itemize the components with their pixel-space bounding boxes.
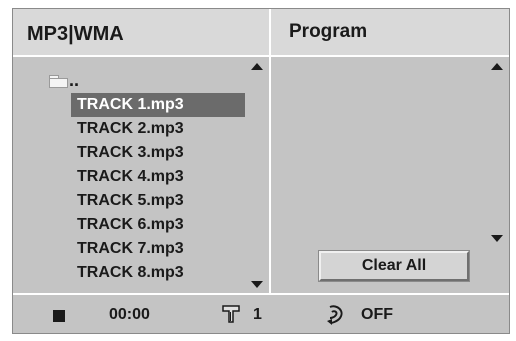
track-item[interactable]: TRACK 7.mp3 bbox=[71, 237, 245, 261]
program-panel[interactable]: Clear All bbox=[271, 57, 509, 293]
mp3-wma-menu-window: MP3|WMA Program .. TRACK 1.mp3 TRACK 2.mp… bbox=[12, 8, 510, 334]
status-bar: 00:00 1 OFF bbox=[13, 293, 509, 333]
program-scroll-up-arrow-icon[interactable] bbox=[491, 63, 503, 70]
title-number: 1 bbox=[253, 306, 262, 323]
repeat-mode-label: OFF bbox=[361, 306, 393, 323]
repeat-icon bbox=[327, 305, 343, 325]
track-item[interactable]: TRACK 4.mp3 bbox=[71, 165, 245, 189]
file-list-title: MP3|WMA bbox=[27, 23, 124, 45]
parent-folder-item[interactable]: .. bbox=[49, 70, 80, 90]
scroll-down-arrow-icon[interactable] bbox=[251, 281, 263, 288]
track-item[interactable]: TRACK 3.mp3 bbox=[71, 141, 245, 165]
parent-folder-label: .. bbox=[69, 70, 80, 90]
stop-icon bbox=[53, 310, 65, 322]
menu-header: MP3|WMA Program bbox=[13, 9, 509, 57]
playback-time: 00:00 bbox=[109, 306, 150, 323]
track-item[interactable]: TRACK 1.mp3 bbox=[71, 93, 245, 117]
file-list-header: MP3|WMA bbox=[13, 9, 271, 55]
scroll-up-arrow-icon[interactable] bbox=[251, 63, 263, 70]
track-item[interactable]: TRACK 2.mp3 bbox=[71, 117, 245, 141]
clear-all-button[interactable]: Clear All bbox=[318, 250, 470, 282]
title-icon bbox=[222, 305, 240, 323]
program-title: Program bbox=[289, 21, 368, 42]
program-scroll-down-arrow-icon[interactable] bbox=[491, 235, 503, 242]
track-item[interactable]: TRACK 8.mp3 bbox=[71, 261, 245, 285]
file-list-panel[interactable]: .. TRACK 1.mp3 TRACK 2.mp3 TRACK 3.mp3 TRAC… bbox=[13, 57, 271, 293]
track-list: TRACK 1.mp3 TRACK 2.mp3 TRACK 3.mp3 TRACK 4… bbox=[71, 93, 245, 285]
track-item[interactable]: TRACK 6.mp3 bbox=[71, 213, 245, 237]
track-item[interactable]: TRACK 5.mp3 bbox=[71, 189, 245, 213]
folder-icon bbox=[49, 75, 68, 88]
